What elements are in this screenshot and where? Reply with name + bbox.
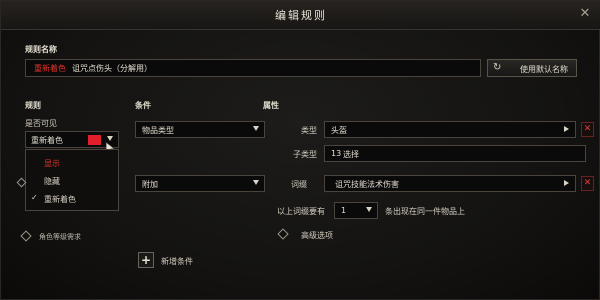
tier-requirement-label: 角色等级需求 xyxy=(39,233,81,241)
type-value: 头盔 xyxy=(331,126,347,135)
rule-name-prefix: 重新着色 xyxy=(34,64,66,73)
checkmark-icon: ✓ xyxy=(31,193,38,202)
subtype-value: 选择 xyxy=(343,150,359,159)
close-icon[interactable]: ✕ xyxy=(577,6,593,22)
chevron-down-icon xyxy=(253,126,259,131)
conditions-section-title: 条件 xyxy=(135,101,151,110)
condition-2-value: 附加 xyxy=(142,180,158,189)
option-recolor[interactable]: 重新着色 xyxy=(44,194,76,205)
tier-requirement-checkbox[interactable] xyxy=(20,230,32,242)
expand-arrow-icon xyxy=(564,126,569,132)
type-label: 类型 xyxy=(301,126,317,135)
option-hide[interactable]: 隐藏 xyxy=(44,176,60,187)
add-condition-label[interactable]: 新增条件 xyxy=(161,256,193,267)
condition-1-value: 物品类型 xyxy=(142,126,174,135)
rules-section-title: 规则 xyxy=(25,101,41,110)
add-condition-plus-icon[interactable]: + xyxy=(138,252,154,268)
chevron-down-icon xyxy=(366,207,372,212)
option-show[interactable]: 显示 xyxy=(44,158,60,169)
affix-select[interactable]: 诅咒技能法术伤害 xyxy=(324,175,576,192)
affix-min-select[interactable]: 1 xyxy=(334,202,378,219)
reset-icon: ↻ xyxy=(493,62,502,73)
properties-section-title: 属性 xyxy=(263,101,279,110)
rule-name-value: 诅咒点伤头（分解用） xyxy=(72,64,152,73)
remove-type-button[interactable]: ✕ xyxy=(581,122,594,137)
affix-min-label: 以上词缀要有 xyxy=(277,207,325,216)
color-swatch[interactable] xyxy=(88,135,101,145)
edit-rule-window: 编辑规则 ✕ 规则名称 重新着色 诅咒点伤头（分解用） ↻ 使用默认名称 规则 … xyxy=(0,0,600,300)
subtype-select[interactable]: 13 选择 xyxy=(324,145,586,162)
rule-name-label: 规则名称 xyxy=(25,45,57,54)
title-bar: 编辑规则 ✕ xyxy=(1,1,600,30)
use-default-name-label: 使用默认名称 xyxy=(520,65,568,74)
visibility-dropdown-menu: 显示 隐藏 ✓ 重新着色 xyxy=(25,149,119,211)
affix-min-suffix: 条出现在同一件物品上 xyxy=(385,207,465,216)
rule-name-input[interactable]: 重新着色 诅咒点伤头（分解用） xyxy=(25,59,481,77)
subtype-count: 13 xyxy=(331,149,342,158)
affix-min-value: 1 xyxy=(341,206,347,215)
expand-arrow-icon xyxy=(564,180,569,186)
affix-label: 词缀 xyxy=(291,180,307,189)
use-default-name-button[interactable]: ↻ 使用默认名称 xyxy=(487,59,577,77)
visibility-label: 是否可见 xyxy=(25,119,57,128)
condition-select-1[interactable]: 物品类型 xyxy=(135,121,265,138)
chevron-down-icon xyxy=(253,180,259,185)
advanced-options-label[interactable]: 高级选项 xyxy=(301,230,333,241)
remove-affix-button[interactable]: ✕ xyxy=(581,176,594,191)
type-select[interactable]: 头盔 xyxy=(324,121,576,138)
visibility-selected: 重新着色 xyxy=(31,136,63,145)
window-title: 编辑规则 xyxy=(275,9,327,22)
condition-select-2[interactable]: 附加 xyxy=(135,175,265,192)
affix-value: 诅咒技能法术伤害 xyxy=(335,180,399,189)
advanced-options-checkbox[interactable] xyxy=(277,228,289,240)
subtype-label: 子类型 xyxy=(293,150,317,159)
